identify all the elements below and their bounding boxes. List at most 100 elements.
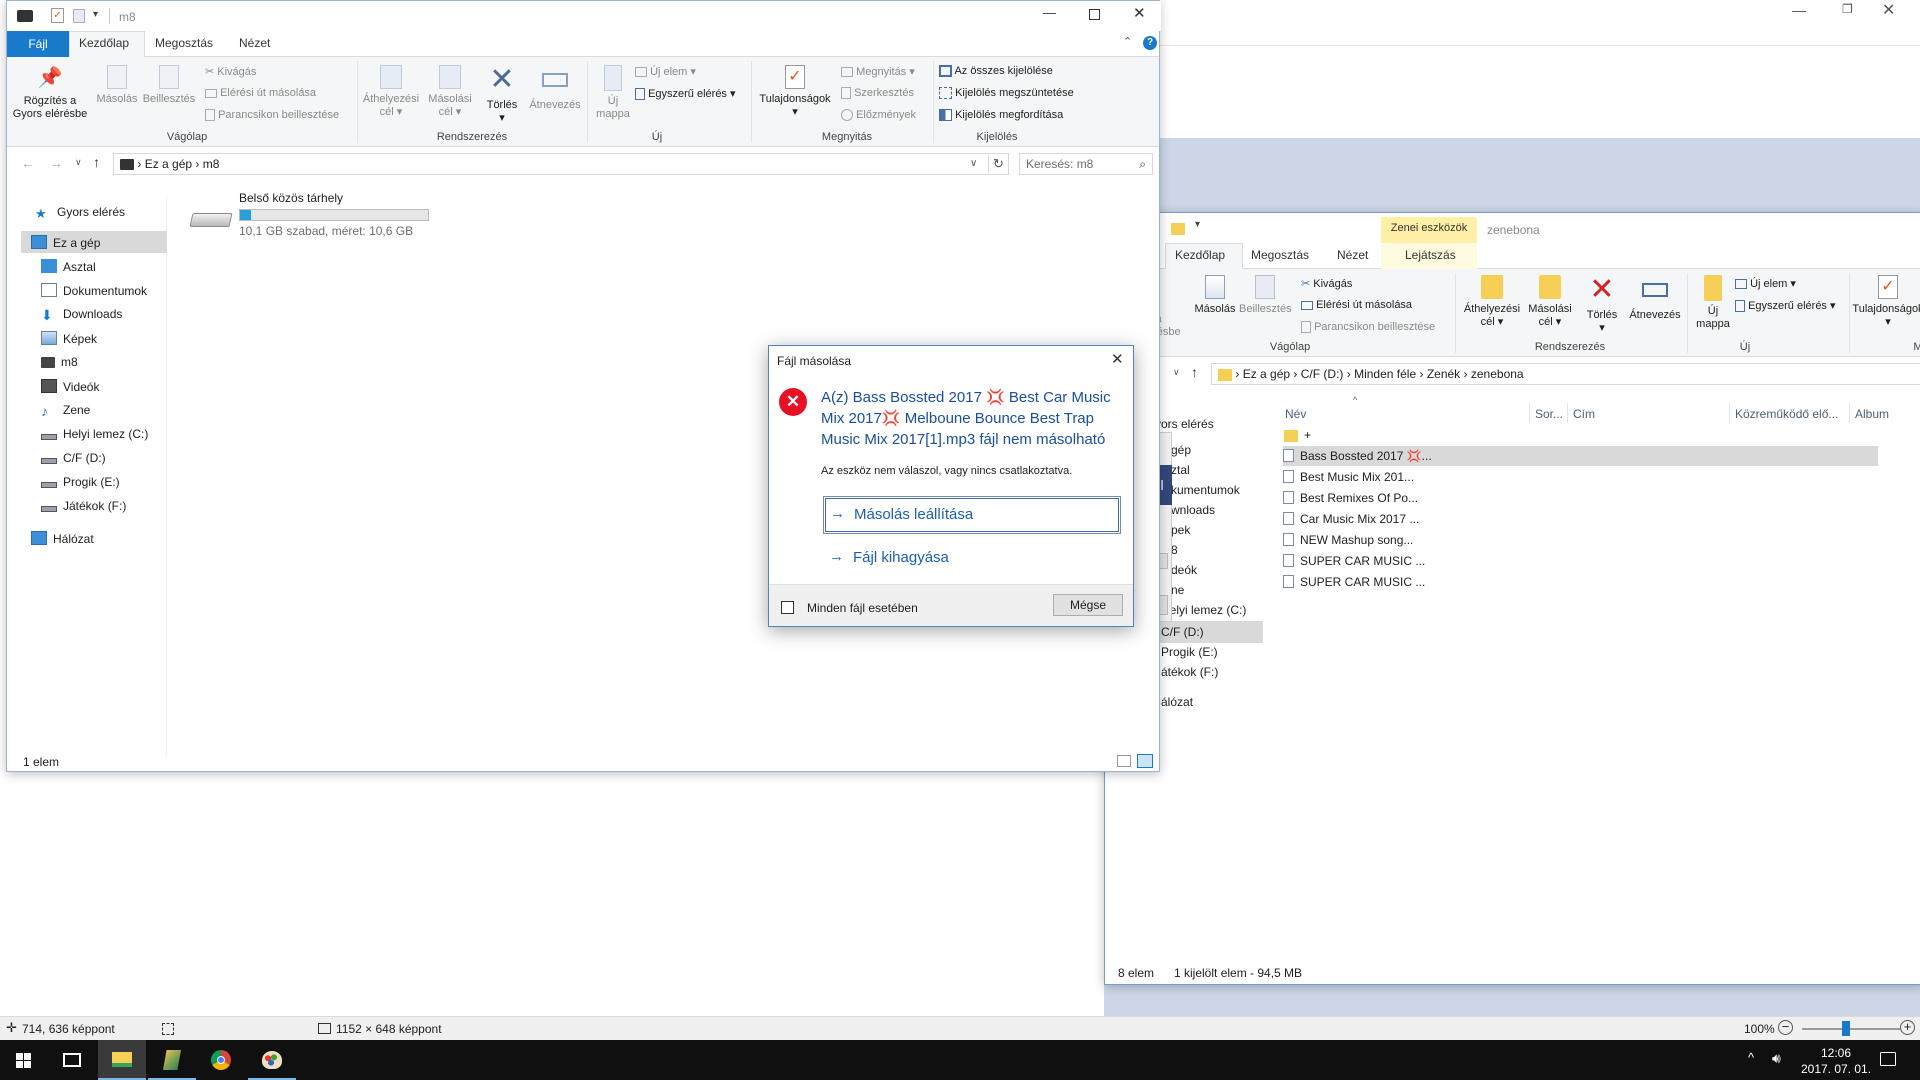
cancel-button[interactable]: Mégse	[1053, 594, 1123, 616]
clock-time[interactable]: 12:06	[1816, 1046, 1856, 1060]
qat-dropdown-icon[interactable]: ▾	[1195, 219, 1200, 230]
column-title[interactable]: Cím	[1573, 407, 1595, 421]
tab-play[interactable]: Lejátszás	[1405, 248, 1456, 262]
edit-button[interactable]: Szerkesztés	[841, 87, 914, 100]
forward-button[interactable]: →	[49, 155, 63, 171]
refresh-button[interactable]: ↻	[989, 153, 1009, 175]
nav-cf-drive[interactable]: C/F (D:)	[41, 451, 106, 465]
rename-button[interactable]: Átnevezés	[1625, 275, 1685, 322]
zoom-slider-thumb[interactable]	[1842, 1021, 1850, 1036]
tab-home[interactable]: Kezdőlap	[1175, 248, 1225, 262]
copy-path-button[interactable]: Elérési út másolása	[1301, 299, 1412, 311]
paste-button[interactable]: Beillesztés	[1239, 275, 1292, 316]
address-bar[interactable]: › Ez a gép › C/F (D:) › Minden féle › Ze…	[1211, 363, 1920, 385]
taskbar-paint[interactable]	[248, 1040, 296, 1080]
paint-close-button[interactable]: ✕	[1882, 0, 1895, 20]
storage-item[interactable]: Belső közös tárhely 10,1 GB szabad, mére…	[187, 189, 447, 239]
large-icons-view-button[interactable]	[1137, 754, 1153, 768]
invert-selection-button[interactable]: Kijelölés megfordítása	[939, 109, 1063, 122]
tab-file[interactable]: Fájl	[7, 31, 69, 57]
select-none-button[interactable]: Kijelölés megszüntetése	[939, 87, 1074, 100]
action-center-icon[interactable]	[1880, 1052, 1896, 1066]
stop-copy-button[interactable]: → Másolás leállítása	[823, 496, 1121, 534]
nav-quick-access[interactable]: yors elérés	[1155, 417, 1214, 431]
nav-network[interactable]: Hálózat	[31, 531, 94, 546]
nav-desktop[interactable]: Asztal	[41, 259, 96, 274]
list-item[interactable]: NEW Mashup song...	[1283, 530, 1878, 550]
list-item-folder[interactable]: +	[1283, 425, 1878, 445]
nav-cf-drive[interactable]: C/F (D:)	[1161, 625, 1204, 639]
list-item[interactable]: Car Music Mix 2017 ...	[1283, 509, 1878, 529]
details-view-button[interactable]	[1117, 755, 1131, 767]
up-button[interactable]: ↑	[1191, 364, 1198, 380]
list-item[interactable]: SUPER CAR MUSIC ...	[1283, 572, 1878, 592]
move-to-button[interactable]: Áthelyezési cél ▾	[1461, 275, 1523, 329]
nav-local-disk[interactable]: Helyi lemez (C:)	[1161, 603, 1246, 617]
nav-progik[interactable]: Progik (E:)	[1161, 645, 1218, 659]
dialog-close-button[interactable]: ✕	[1111, 350, 1124, 368]
breadcrumb-item[interactable]: Zenék	[1427, 367, 1460, 381]
nav-pictures[interactable]: Képek	[41, 331, 97, 346]
nav-music[interactable]: ne	[1171, 583, 1184, 597]
cut-button[interactable]: ✂ Kivágás	[1301, 277, 1352, 290]
paint-minimize-button[interactable]: —	[1792, 2, 1806, 18]
zoom-in-button[interactable]: +	[1900, 1020, 1915, 1035]
tab-share[interactable]: Megosztás	[1251, 248, 1309, 262]
nav-this-pc[interactable]: gép	[1171, 443, 1191, 457]
copy-to-button[interactable]: Másolási cél ▾	[1523, 275, 1577, 329]
new-item-button[interactable]: Új elem ▾	[635, 65, 696, 78]
skip-file-button[interactable]: → Fájl kihagyása	[823, 542, 1121, 574]
tab-share[interactable]: Megosztás	[155, 36, 213, 50]
volume-icon[interactable]: 🔊︎	[1772, 1050, 1781, 1067]
search-input[interactable]: Keresés: m8 ⌕	[1019, 153, 1153, 175]
clock-date[interactable]: 2017. 07. 01.	[1800, 1062, 1872, 1076]
minimize-button[interactable]: —	[1043, 5, 1056, 20]
qat-dropdown-icon[interactable]: ▾	[93, 9, 98, 20]
nav-network[interactable]: álózat	[1161, 695, 1193, 709]
rename-button[interactable]: Átnevezés	[525, 65, 585, 112]
nav-music[interactable]: ♪ Zene	[41, 403, 90, 418]
nav-downloads[interactable]: wnloads	[1171, 503, 1215, 517]
address-bar[interactable]: › Ez a gép › m8 ∨	[113, 153, 989, 175]
recent-locations-button[interactable]: ∨	[75, 157, 82, 168]
properties-button[interactable]: ✓ Tulajdonságok ▾	[1851, 275, 1920, 329]
nav-m8[interactable]: 8	[1171, 543, 1178, 557]
delete-button[interactable]: ✕ Törlés ▾	[481, 65, 523, 125]
taskbar-explorer[interactable]	[98, 1040, 146, 1080]
list-item[interactable]: SUPER CAR MUSIC ...	[1283, 551, 1878, 571]
copy-button[interactable]: Másolás	[95, 65, 139, 106]
pin-quick-access-button[interactable]: 📌 Rögzítés a Gyors elérésbe	[11, 65, 89, 121]
breadcrumb-item[interactable]: Minden féle	[1354, 367, 1416, 381]
column-name[interactable]: Név	[1285, 407, 1306, 421]
copy-to-button[interactable]: Másolási cél ▾	[423, 65, 477, 119]
list-item[interactable]: Best Remixes Of Po...	[1283, 488, 1878, 508]
paste-button[interactable]: Beillesztés	[141, 65, 197, 106]
copy-button[interactable]: Másolás	[1191, 275, 1239, 316]
nav-pictures[interactable]: pek	[1171, 523, 1190, 537]
help-icon[interactable]: ?	[1143, 36, 1157, 50]
nav-progik[interactable]: Progik (E:)	[41, 475, 120, 489]
list-item-selected[interactable]: Bass Bossted 2017 💢...	[1283, 446, 1878, 466]
tab-home[interactable]: Kezdőlap	[79, 36, 129, 50]
history-button[interactable]: Előzmények	[841, 109, 916, 122]
nav-desktop[interactable]: ztal	[1171, 463, 1190, 477]
paste-shortcut-button[interactable]: Parancsikon beillesztése	[205, 109, 339, 122]
new-item-button[interactable]: Új elem ▾	[1735, 277, 1796, 290]
column-artist[interactable]: Közreműködő elő...	[1735, 407, 1838, 421]
open-button[interactable]: Megnyitás ▾	[841, 65, 915, 78]
tab-view[interactable]: Nézet	[1337, 248, 1368, 262]
breadcrumb-item[interactable]: C/F (D:)	[1301, 367, 1344, 381]
address-dropdown-icon[interactable]: ∨	[970, 154, 977, 174]
zoom-slider[interactable]	[1802, 1028, 1900, 1030]
tab-view[interactable]: Nézet	[239, 36, 270, 50]
show-hidden-icons-button[interactable]: ^	[1748, 1050, 1754, 1065]
easy-access-button[interactable]: Egyszerű elérés ▾	[1735, 299, 1836, 313]
column-album[interactable]: Album	[1855, 407, 1889, 421]
zoom-out-button[interactable]: −	[1778, 1020, 1793, 1035]
qat-new-folder-icon[interactable]	[73, 9, 85, 23]
select-all-button[interactable]: Az összes kijelölése	[939, 65, 1053, 78]
move-to-button[interactable]: Áthelyezési cél ▾	[361, 65, 421, 119]
nav-videos[interactable]: Videók	[41, 379, 99, 394]
copy-path-button[interactable]: Elérési út másolása	[205, 87, 316, 99]
taskbar-chrome[interactable]	[198, 1040, 246, 1080]
